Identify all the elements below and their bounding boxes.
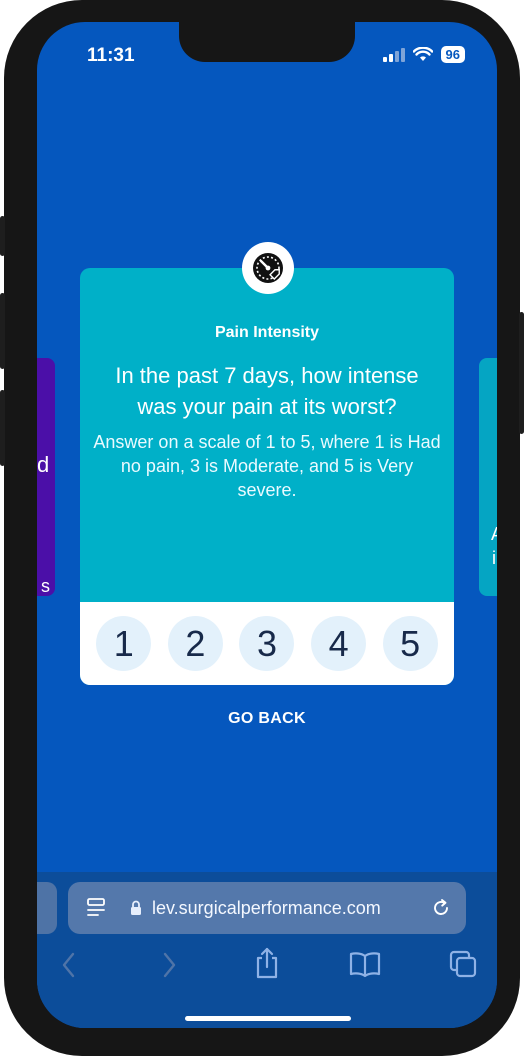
- battery-indicator: 96: [440, 46, 465, 63]
- rating-scale: 1 2 3 4 5: [80, 602, 454, 685]
- volume-down-button: [0, 390, 5, 466]
- card-question: In the past 7 days, how intense was your…: [115, 363, 419, 419]
- previous-question-card[interactable]: d s: [37, 358, 55, 596]
- card-fragment-text: A: [491, 524, 497, 545]
- lock-icon: [131, 900, 141, 915]
- rating-option-5[interactable]: 5: [382, 616, 438, 671]
- signal-icon: [382, 47, 405, 62]
- chevron-right-icon[interactable]: [159, 950, 179, 980]
- url-text: lev.surgicalperformance.com: [152, 898, 381, 918]
- mute-switch: [0, 216, 5, 256]
- rating-option-3[interactable]: 3: [239, 616, 295, 671]
- card-fragment-text: i: [492, 548, 496, 568]
- card-title: Pain Intensity: [214, 324, 320, 341]
- rating-option-2[interactable]: 2: [167, 616, 223, 671]
- card-fragment-text: s: [41, 576, 50, 596]
- rating-option-4[interactable]: 4: [311, 616, 367, 671]
- power-button: [519, 312, 524, 434]
- status-time: 11:31: [87, 45, 135, 66]
- previous-tab-preview[interactable]: [37, 882, 57, 934]
- chevron-left-icon[interactable]: [59, 950, 79, 980]
- rating-option-1[interactable]: 1: [96, 616, 152, 671]
- address-bar[interactable]: lev.surgicalperformance.com: [68, 882, 466, 934]
- volume-up-button: [0, 293, 5, 369]
- book-icon[interactable]: [349, 950, 381, 978]
- card-fragment-text: d: [37, 452, 50, 477]
- browser-toolbar: [37, 947, 497, 986]
- home-indicator[interactable]: [185, 1016, 351, 1021]
- card-hint: Answer on a scale of 1 to 5, where 1 is …: [93, 432, 441, 500]
- screen: 11:31 96 d s A i Pai: [37, 22, 497, 1028]
- tabs-icon[interactable]: [449, 950, 477, 978]
- next-question-card[interactable]: A i: [479, 358, 497, 596]
- share-icon[interactable]: [253, 946, 281, 980]
- phone-frame: 11:31 96 d s A i Pai: [0, 0, 524, 1056]
- notch: [179, 22, 355, 62]
- status-icons: 96: [382, 46, 465, 63]
- browser-bar: lev.surgicalperformance.com: [37, 872, 497, 1028]
- reload-icon[interactable]: [430, 897, 452, 919]
- gauge-icon: [242, 242, 294, 294]
- question-card: Pain Intensity In the past 7 days, how i…: [80, 268, 454, 685]
- wifi-icon: [412, 47, 433, 61]
- go-back-button[interactable]: GO BACK: [37, 710, 497, 728]
- page-menu-icon[interactable]: [86, 898, 108, 918]
